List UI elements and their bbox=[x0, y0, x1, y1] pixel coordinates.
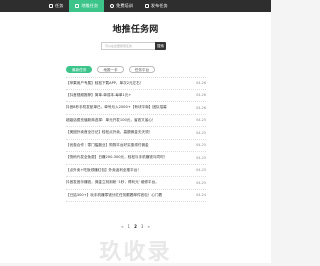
list-item-title[interactable]: 【美团外卖首全日记】轻松点外卖，高额佣金天天领！ bbox=[66, 130, 184, 135]
pagination: « 1 2 3 » bbox=[0, 224, 271, 229]
search-input[interactable]: 可以在这里搜索任务 bbox=[101, 42, 155, 50]
category-tabs: 最新任务 地推一手 任务平台 bbox=[66, 66, 156, 73]
list-item-date: 04-25 bbox=[196, 168, 206, 173]
nav-item-free-training[interactable]: 免费培训 bbox=[104, 0, 139, 12]
list-item[interactable]: 抖音发音乐赚钱，佣金立刻到帐 '1秒，得利元' 维修平台。 04-25 bbox=[66, 177, 206, 190]
list-item[interactable]: 【快码代发全免费】日赚200-300元，轻松与手机赚钱与同时！ 04-25 bbox=[66, 152, 206, 165]
list-item-title[interactable]: 【抖音视频推荐】简单-单成本-每单1元+ bbox=[66, 93, 184, 98]
pager-prev[interactable]: « bbox=[121, 224, 123, 229]
list-item[interactable]: 【优惠合作｜零门槛副业】购物平台好实惠领付佣金 04-25 bbox=[66, 140, 206, 152]
list-item[interactable]: 抖音8秒手机发航单已，单号月入2000+【有块平商】团队招募 04-26 bbox=[66, 102, 206, 115]
nav-item-label: 地推任务 bbox=[81, 3, 99, 8]
nav-item-label: 任务 bbox=[55, 3, 64, 8]
nav-item-home[interactable]: 任务 bbox=[43, 0, 69, 12]
list-item-date: 04-26 bbox=[196, 105, 206, 110]
list-item-date: 04-25 bbox=[196, 180, 206, 185]
list-item[interactable]: 【点外卖+吃饭领赚红包】外卖返利全推平台！ 04-25 bbox=[66, 165, 206, 177]
list-item-title[interactable]: 【已结300+】玩手机赚零钱分红任务跟着邮件钱包！心门看 bbox=[66, 193, 184, 198]
list-item[interactable]: 【已结300+】玩手机赚零钱分红任务跟着邮件钱包！心门看 04-24 bbox=[66, 190, 206, 202]
search-button[interactable]: 搜索 bbox=[155, 42, 166, 50]
pager-next[interactable]: » bbox=[147, 224, 149, 229]
nav-item-ground-tasks[interactable]: 地推任务 bbox=[69, 0, 105, 12]
list-item-date: 04-24 bbox=[196, 193, 206, 198]
list-item-title[interactable]: 超级话费充值新商选择：单元开发100元，省钱又省心！ bbox=[66, 118, 184, 123]
site-title: 地推任务网 bbox=[112, 25, 159, 35]
task-list: 【苹果用户专属】轻松下载APP，单次2元左右！ 04-26 【抖音视频推荐】简单-… bbox=[66, 77, 206, 202]
list-item[interactable]: 【苹果用户专属】轻松下载APP，单次2元左右！ 04-26 bbox=[66, 77, 206, 90]
nav-item-publish-task[interactable]: 发布任务 bbox=[139, 0, 174, 12]
list-item[interactable]: 【抖音视频推荐】简单-单成本-每单1元+ 04-26 bbox=[66, 90, 206, 102]
home-icon bbox=[49, 4, 53, 8]
tab-task-platform[interactable]: 任务平台 bbox=[128, 66, 156, 73]
tab-latest[interactable]: 最新任务 bbox=[66, 66, 93, 73]
pager-page-3[interactable]: 3 bbox=[141, 224, 144, 229]
pager-page-2[interactable]: 2 bbox=[134, 224, 137, 229]
main-nav: 任务 地推任务 免费培训 发布任务 bbox=[43, 0, 174, 12]
page-body: 地推任务网 可以在这里搜索任务 搜索 最新任务 地推一手 任务平台 【苹果用户专… bbox=[0, 12, 271, 265]
list-item-title[interactable]: 【点外卖+吃饭领赚红包】外卖返利全推平台！ bbox=[66, 168, 184, 173]
list-item-date: 04-25 bbox=[196, 155, 206, 160]
list-item-date: 04-25 bbox=[196, 130, 206, 135]
list-item[interactable]: 超级话费充值新商选择：单元开发100元，省钱又省心！ 04-25 bbox=[66, 115, 206, 127]
list-item-title[interactable]: 【优惠合作｜零门槛副业】购物平台好实惠领付佣金 bbox=[66, 143, 184, 148]
list-item[interactable]: 【美团外卖首全日记】轻松点外卖，高额佣金天天领！ 04-25 bbox=[66, 127, 206, 140]
nav-item-label: 免费培训 bbox=[116, 3, 133, 8]
list-item-date: 04-26 bbox=[196, 81, 206, 86]
publish-icon bbox=[144, 4, 149, 8]
list-item-title[interactable]: 抖音发音乐赚钱，佣金立刻到帐 '1秒，得利元' 维修平台。 bbox=[66, 180, 184, 185]
list-item-title[interactable]: 【苹果用户专属】轻松下载APP，单次2元左右！ bbox=[66, 81, 184, 86]
list-item-date: 04-25 bbox=[196, 118, 206, 123]
tasks-icon bbox=[75, 4, 80, 8]
list-item-title[interactable]: 【快码代发全免费】日赚200-300元，轻松与手机赚钱与同时！ bbox=[66, 155, 184, 160]
nav-item-label: 发布任务 bbox=[150, 3, 168, 8]
watermark: 玖收录 bbox=[99, 240, 172, 265]
pager-page-1[interactable]: 1 bbox=[128, 224, 131, 229]
person-icon bbox=[110, 4, 115, 8]
tab-ground-first-hand[interactable]: 地推一手 bbox=[97, 66, 124, 73]
list-item-date: 04-25 bbox=[196, 143, 206, 148]
list-item-title[interactable]: 抖音8秒手机发航单已，单号月入2000+【有块平商】团队招募 bbox=[66, 105, 184, 110]
search-bar: 可以在这里搜索任务 搜索 bbox=[101, 42, 166, 50]
list-item-date: 04-26 bbox=[196, 93, 206, 98]
